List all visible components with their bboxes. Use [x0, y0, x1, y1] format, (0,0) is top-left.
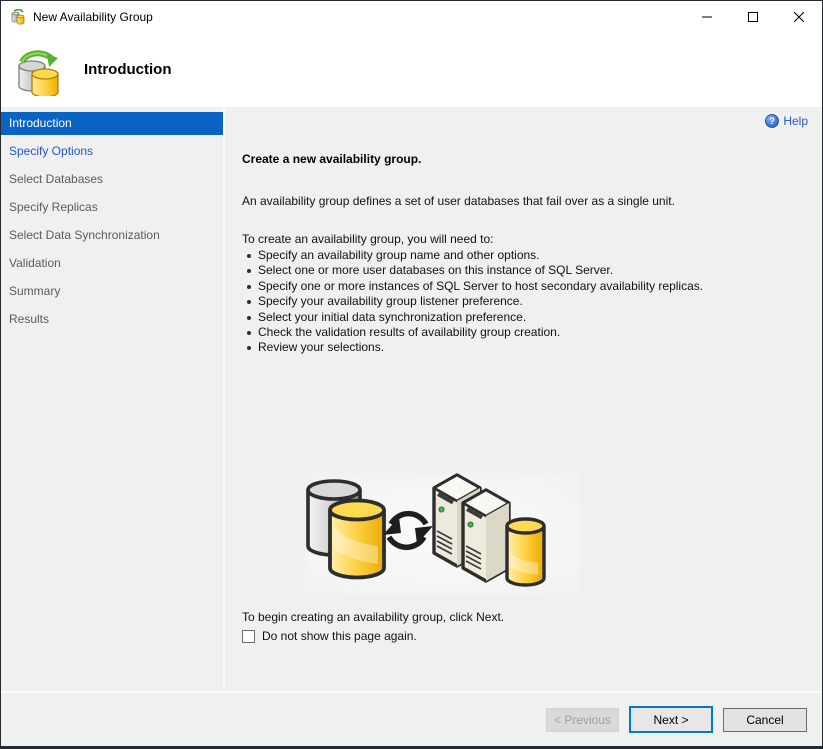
minimize-button[interactable] — [684, 1, 730, 32]
maximize-button[interactable] — [730, 1, 776, 32]
svg-text:?: ? — [769, 116, 775, 127]
sidebar-item-select-data-synchronization[interactable]: Select Data Synchronization — [1, 224, 223, 247]
introduction-page: ? Help Create a new availability group. … — [225, 107, 822, 691]
sidebar-item-summary[interactable]: Summary — [1, 280, 223, 303]
do-not-show-checkbox-row[interactable]: Do not show this page again. — [242, 629, 417, 643]
wizard-header: Introduction — [1, 32, 822, 107]
sidebar-item-introduction[interactable]: Introduction — [1, 112, 223, 135]
minimize-icon — [702, 16, 712, 17]
database-replication-icon — [18, 49, 59, 96]
new-availability-group-wizard: New Availability Group Introduction Intr… — [0, 0, 823, 749]
bullet-item: Review your selections. — [242, 340, 703, 355]
wizard-body: Introduction Specify Options Select Data… — [1, 107, 822, 691]
sidebar-item-results[interactable]: Results — [1, 308, 223, 331]
titlebar: New Availability Group — [1, 1, 822, 32]
sidebar-item-specify-replicas[interactable]: Specify Replicas — [1, 196, 223, 219]
steps-bullet-list: Specify an availability group name and o… — [242, 248, 703, 356]
next-button[interactable]: Next > — [629, 706, 713, 733]
buttonbar: < Previous Next > Cancel — [1, 693, 822, 746]
page-title: Introduction — [84, 61, 172, 78]
intro-paragraph: An availability group defines a set of u… — [242, 194, 675, 208]
question-mark-circle-icon: ? — [765, 114, 780, 128]
bullet-item: Select your initial data synchronization… — [242, 310, 703, 325]
sidebar-item-validation[interactable]: Validation — [1, 252, 223, 275]
sidebar-item-select-databases[interactable]: Select Databases — [1, 168, 223, 191]
window-title: New Availability Group — [33, 9, 153, 24]
do-not-show-checkbox[interactable] — [242, 629, 255, 643]
databases-sync-servers-illustration — [305, 473, 580, 595]
bullet-item: Specify an availability group name and o… — [242, 248, 703, 263]
list-intro: To create an availability group, you wil… — [242, 232, 494, 246]
bullet-item: Specify one or more instances of SQL Ser… — [242, 279, 703, 294]
close-icon — [794, 11, 804, 22]
do-not-show-label: Do not show this page again. — [262, 629, 417, 643]
close-button[interactable] — [776, 1, 822, 32]
bullet-item: Select one or more user databases on thi… — [242, 263, 703, 278]
help-label: Help — [783, 114, 808, 128]
app-icon — [11, 8, 25, 24]
previous-button[interactable]: < Previous — [546, 707, 619, 732]
help-link[interactable]: ? Help — [765, 114, 808, 128]
content-heading: Create a new availability group. — [242, 152, 422, 166]
footer-instruction: To begin creating an availability group,… — [242, 610, 505, 624]
cancel-button[interactable]: Cancel — [723, 707, 807, 732]
wizard-steps-sidebar: Introduction Specify Options Select Data… — [1, 107, 225, 691]
bullet-item: Specify your availability group listener… — [242, 294, 703, 309]
maximize-icon — [748, 11, 758, 22]
sidebar-item-specify-options[interactable]: Specify Options — [1, 140, 223, 163]
bullet-item: Check the validation results of availabi… — [242, 325, 703, 340]
